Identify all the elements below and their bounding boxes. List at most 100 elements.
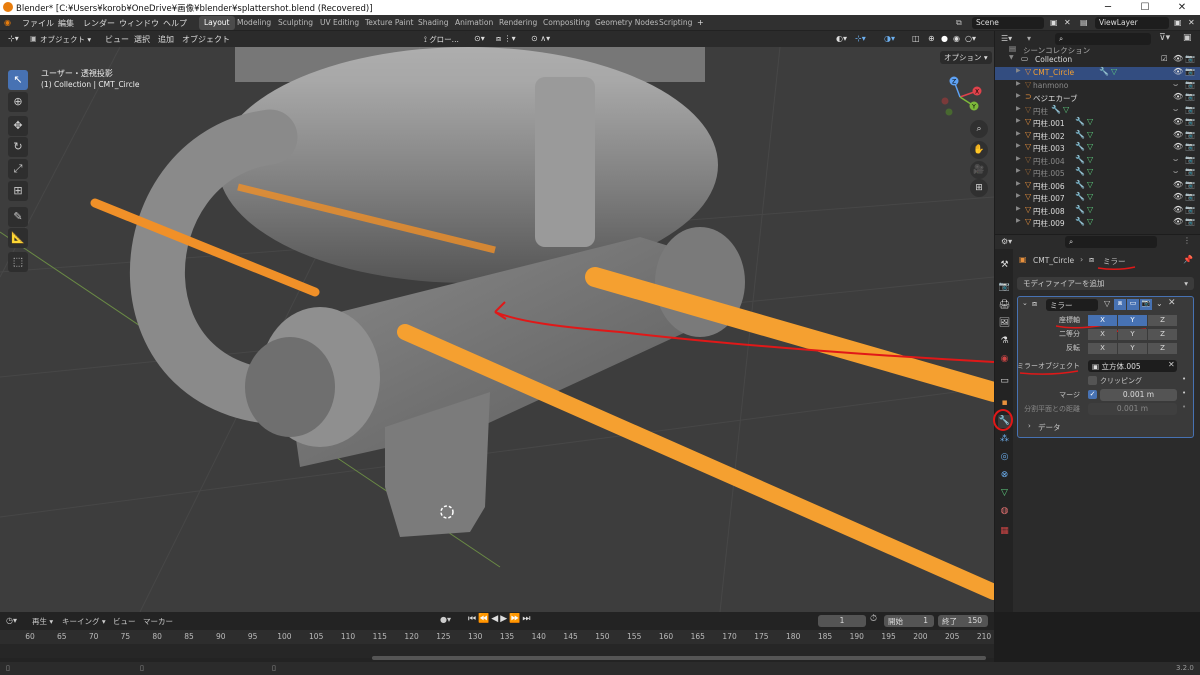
gizmo-toggle-icon[interactable]: ⊹▾ (855, 34, 866, 43)
pin-icon[interactable]: 📌 (1183, 255, 1193, 264)
outliner-row[interactable]: ▶ ▽ 円柱.005 🔧 ▽ ⌣ 📷 (995, 167, 1200, 180)
modifier-wrench-icon[interactable]: 🔧 (1075, 192, 1085, 201)
menu-help[interactable]: ヘルプ (163, 18, 187, 29)
timeline-view-menu[interactable]: ビュー (113, 616, 136, 627)
scene-selector[interactable]: Scene (972, 17, 1044, 29)
flip-y-toggle[interactable]: Y (1118, 343, 1147, 354)
tab-layout[interactable]: Layout (199, 16, 235, 30)
pan-hand-icon[interactable]: ✋ (970, 141, 988, 159)
clipping-keyframe-icon[interactable]: • (1182, 375, 1186, 383)
outliner-row[interactable]: ▶ ▽ 円柱 🔧 ▽ ⌣ 📷 (995, 105, 1200, 118)
visibility-eye-icon[interactable]: 👁 (1173, 205, 1183, 214)
collection-tab-icon[interactable]: ▭ (998, 375, 1011, 388)
expand-object-icon[interactable]: ▶ (1016, 130, 1021, 137)
flip-x-toggle[interactable]: X (1088, 343, 1117, 354)
visibility-eye-icon[interactable]: 👁 (1173, 67, 1183, 76)
visibility-eye-icon[interactable]: ⌣ (1173, 167, 1178, 177)
render-tab-icon[interactable]: 📷 (998, 281, 1011, 294)
tab-sculpting[interactable]: Sculpting (273, 16, 318, 30)
record-keyframe-icon[interactable]: ●▾ (440, 615, 451, 624)
maximize-button[interactable]: ☐ (1127, 0, 1163, 15)
outliner-collection-row[interactable]: ▼ ▭ Collection ☑ 👁 📷 (995, 54, 1200, 67)
zoom-icon[interactable]: ⌕ (970, 120, 988, 138)
perspective-grid-icon[interactable]: ⊞ (970, 179, 988, 197)
outliner-new-collection-icon[interactable]: ▣ (1183, 33, 1192, 43)
expand-object-icon[interactable]: ▶ (1016, 105, 1021, 112)
expand-collection-icon[interactable]: ▼ (1009, 54, 1014, 61)
expand-object-icon[interactable]: ▶ (1016, 117, 1021, 124)
outliner-editor-icon[interactable]: ☰▾ (1001, 34, 1012, 43)
view-layer-icon[interactable]: ▤ (1080, 18, 1088, 27)
view-layer-copy-icon[interactable]: ▣ (1174, 18, 1182, 27)
menu-file[interactable]: ファイル (22, 18, 54, 29)
measure-tool-icon[interactable]: 📐 (8, 228, 28, 248)
marker-menu[interactable]: マーカー (143, 616, 173, 627)
view-layer-selector[interactable]: ViewLayer (1095, 17, 1169, 29)
expand-object-icon[interactable]: ▶ (1016, 217, 1021, 224)
outliner-row[interactable]: ▶ ▽ 円柱.001 🔧 ▽ 👁 📷 (995, 117, 1200, 130)
bisect-distance-field[interactable]: 0.001 m (1088, 403, 1177, 415)
visibility-eye-icon[interactable]: 👁 (1173, 217, 1183, 226)
render-camera-icon[interactable]: 📷 (1185, 217, 1195, 226)
clipping-checkbox[interactable] (1088, 376, 1097, 385)
end-frame-field[interactable]: 終了 150 (938, 615, 988, 627)
properties-search-input[interactable]: ⌕ (1065, 236, 1157, 248)
tab-rendering[interactable]: Rendering (494, 16, 542, 30)
viewport-toggle-icon[interactable]: ▭ (1127, 299, 1139, 310)
modifier-wrench-icon[interactable]: 🔧 (1075, 142, 1085, 151)
playback-menu[interactable]: 再生 ▾ (32, 616, 53, 627)
outliner-row[interactable]: ▶ ▽ hanmono ⌣ 📷 (995, 80, 1200, 93)
visibility-eye-icon[interactable]: 👁 (1173, 142, 1183, 151)
expand-object-icon[interactable]: ▶ (1016, 142, 1021, 149)
render-camera-icon[interactable]: 📷 (1185, 92, 1195, 101)
scene-copy-icon[interactable]: ▣ (1050, 18, 1058, 27)
modifier-wrench-icon[interactable]: 🔧 (1051, 105, 1061, 114)
shading-rendered-icon[interactable]: ○▾ (965, 34, 976, 43)
data-tab-icon[interactable]: ▽ (998, 487, 1011, 500)
cursor-tool-icon[interactable]: ⊕ (8, 92, 28, 112)
data-subpanel-chevron-icon[interactable]: › (1028, 422, 1031, 430)
tab-scripting[interactable]: Scripting (654, 16, 697, 30)
scene-icon[interactable]: ⧉ (956, 18, 962, 28)
visibility-eye-icon[interactable]: 👁 (1173, 130, 1183, 139)
overlay-toggle-icon[interactable]: ◑▾ (884, 34, 895, 43)
keying-menu[interactable]: キーイング ▾ (62, 616, 106, 627)
mesh-data-icon[interactable]: ▽ (1087, 142, 1093, 151)
merge-checkbox[interactable]: ✓ (1088, 390, 1097, 399)
annotate-tool-icon[interactable]: ✎ (8, 207, 28, 227)
expand-object-icon[interactable]: ▶ (1016, 192, 1021, 199)
particles-tab-icon[interactable]: ⁂ (998, 433, 1011, 446)
menu-window[interactable]: ウィンドウ (119, 18, 159, 29)
pivot-icon[interactable]: ⊙▾ (474, 34, 485, 43)
mesh-data-icon[interactable]: ▽ (1087, 117, 1093, 126)
modifier-name-input[interactable]: ミラー (1046, 299, 1098, 311)
blender-menu-icon[interactable]: ◉ (4, 18, 11, 27)
editor-type-icon[interactable]: ⊹▾ (8, 34, 19, 43)
cage-toggle-icon[interactable]: ⧈ (1114, 299, 1126, 310)
flip-z-toggle[interactable]: Z (1148, 343, 1177, 354)
tab-shading[interactable]: Shading (413, 16, 453, 30)
properties-options-icon[interactable]: ⋮ (1183, 236, 1191, 245)
mesh-data-icon[interactable]: ▽ (1087, 167, 1093, 176)
add-modifier-button[interactable]: モディファイアーを追加 ▾ (1017, 277, 1194, 290)
menu-edit[interactable]: 編集 (58, 18, 74, 29)
collection-visibility-icon[interactable]: 👁 (1173, 54, 1183, 63)
outliner-row[interactable]: ▶ ▽ 円柱.008 🔧 ▽ 👁 📷 (995, 205, 1200, 218)
render-camera-icon[interactable]: 📷 (1185, 67, 1195, 76)
proportional-icon[interactable]: ⊙ ∧▾ (531, 34, 550, 43)
outliner-row[interactable]: ▶ ▽ 円柱.007 🔧 ▽ 👁 📷 (995, 192, 1200, 205)
physics-tab-icon[interactable]: ◎ (998, 451, 1011, 464)
expand-object-icon[interactable]: ▶ (1016, 67, 1021, 74)
bisect-z-toggle[interactable]: Z (1148, 329, 1177, 340)
constraints-tab-icon[interactable]: ⊗ (998, 469, 1011, 482)
render-camera-icon[interactable]: 📷 (1185, 167, 1195, 176)
timeline-editor-icon[interactable]: ◷▾ (6, 616, 17, 625)
texture-tab-icon[interactable]: ▦ (998, 525, 1011, 538)
outliner-row[interactable]: ▶ ▽ 円柱.003 🔧 ▽ 👁 📷 (995, 142, 1200, 155)
axis-z-toggle[interactable]: Z (1148, 315, 1177, 326)
mirror-object-field[interactable]: ▣ 立方体.005 (1088, 360, 1177, 372)
scene-remove-icon[interactable]: ✕ (1064, 18, 1071, 27)
expand-object-icon[interactable]: ▶ (1016, 155, 1021, 162)
outliner-row[interactable]: ▶ ⊃ ベジエカーブ 👁 📷 (995, 92, 1200, 105)
add-cube-tool-icon[interactable]: ⬚ (8, 252, 28, 272)
